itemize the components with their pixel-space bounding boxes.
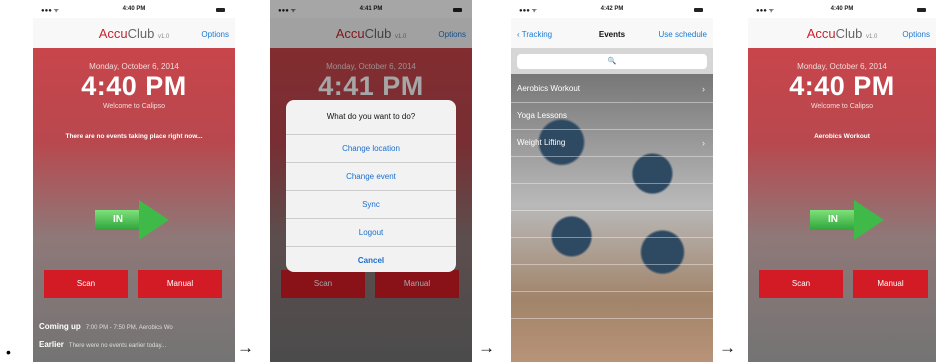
search-input[interactable]: 🔍 (517, 54, 707, 69)
clock-time: 4:40 PM (789, 71, 895, 101)
change-event-option[interactable]: Change event (286, 163, 456, 191)
arrow-right-icon (139, 200, 169, 240)
battery-icon (694, 8, 703, 12)
event-message: There are no events taking place right n… (65, 133, 203, 140)
event-message: Aerobics Workout (814, 133, 870, 140)
earlier-row: Earlier There were no events earlier toda… (39, 340, 167, 349)
list-separator (511, 184, 713, 211)
search-bar: 🔍 (511, 48, 713, 74)
coming-up-row: Coming up 7:00 PM - 7:50 PM, Aerobics Wo (39, 322, 173, 331)
check-in-label: IN (828, 214, 838, 225)
phone-screen-events: ●●● ᯤ 4:42 PM ‹ Tracking Events Use sche… (511, 0, 713, 362)
chevron-right-icon: › (702, 84, 705, 94)
use-schedule-button[interactable]: Use schedule (659, 30, 707, 39)
welcome-text: Welcome to Calipso (102, 103, 166, 110)
home-panel: Monday, October 6, 2014 4:40 PM Welcome … (748, 48, 936, 362)
status-bar: ●●● ᯤ 4:40 PM (748, 0, 936, 16)
dialog-title: What do you want to do? (286, 100, 456, 135)
clock-time: 4:40 PM (81, 71, 187, 101)
list-separator (511, 292, 713, 319)
scan-button[interactable]: Scan (759, 270, 843, 298)
status-bar: ●●● ᯤ 4:42 PM (511, 0, 713, 16)
change-location-option[interactable]: Change location (286, 135, 456, 163)
list-separator (511, 211, 713, 238)
battery-icon (917, 8, 926, 12)
options-button[interactable]: Options (201, 30, 229, 39)
status-time: 4:42 PM (600, 6, 624, 12)
nav-bar: AccuClub v1.0 Options (33, 18, 235, 48)
list-separator (511, 238, 713, 265)
status-time: 4:40 PM (830, 6, 854, 12)
cancel-option[interactable]: Cancel (286, 247, 456, 272)
status-bar: ●●● ᯤ 4:40 PM (33, 0, 235, 16)
list-separator (511, 157, 713, 184)
check-in-button[interactable]: IN (95, 200, 170, 240)
flow-arrow: → (719, 338, 736, 357)
manual-button[interactable]: Manual (138, 270, 222, 298)
scan-button[interactable]: Scan (44, 270, 128, 298)
phone-screen-home: ●●● ᯤ 4:40 PM AccuClub v1.0 Options Mond… (33, 0, 235, 362)
event-row[interactable]: Aerobics Workout › (511, 76, 713, 103)
action-dialog: What do you want to do? Change location … (286, 100, 456, 272)
flow-arrow: → (478, 338, 495, 357)
status-time: 4:40 PM (122, 6, 146, 12)
manual-button[interactable]: Manual (853, 270, 928, 298)
phone-screen-event-selected: ●●● ᯤ 4:40 PM AccuClub v1.0 Options Mond… (748, 0, 936, 362)
flow-arrow: → (237, 338, 254, 357)
nav-bar: ‹ Tracking Events Use schedule (511, 18, 713, 48)
date-label: Monday, October 6, 2014 (797, 62, 887, 71)
logout-option[interactable]: Logout (286, 219, 456, 247)
sync-option[interactable]: Sync (286, 191, 456, 219)
welcome-text: Welcome to Calipso (810, 103, 874, 110)
arrow-right-icon (854, 200, 884, 240)
list-separator (511, 265, 713, 292)
flow-bullet: • (6, 344, 11, 360)
battery-icon (216, 8, 225, 12)
date-label: Monday, October 6, 2014 (89, 62, 179, 71)
search-icon: 🔍 (607, 58, 617, 65)
event-row[interactable]: Weight Lifting › (511, 130, 713, 157)
check-in-button[interactable]: IN (810, 200, 885, 240)
options-button[interactable]: Options (902, 30, 930, 39)
chevron-right-icon: › (702, 138, 705, 148)
nav-bar: AccuClub v1.0 Options (748, 18, 936, 48)
event-row[interactable]: Yoga Lessons (511, 103, 713, 130)
phone-screen-options-dialog: ●●● ᯤ 4:41 PM AccuClub v1.0 Options Mond… (270, 0, 472, 362)
check-in-label: IN (113, 214, 123, 225)
home-panel: Monday, October 6, 2014 4:40 PM Welcome … (33, 48, 235, 362)
